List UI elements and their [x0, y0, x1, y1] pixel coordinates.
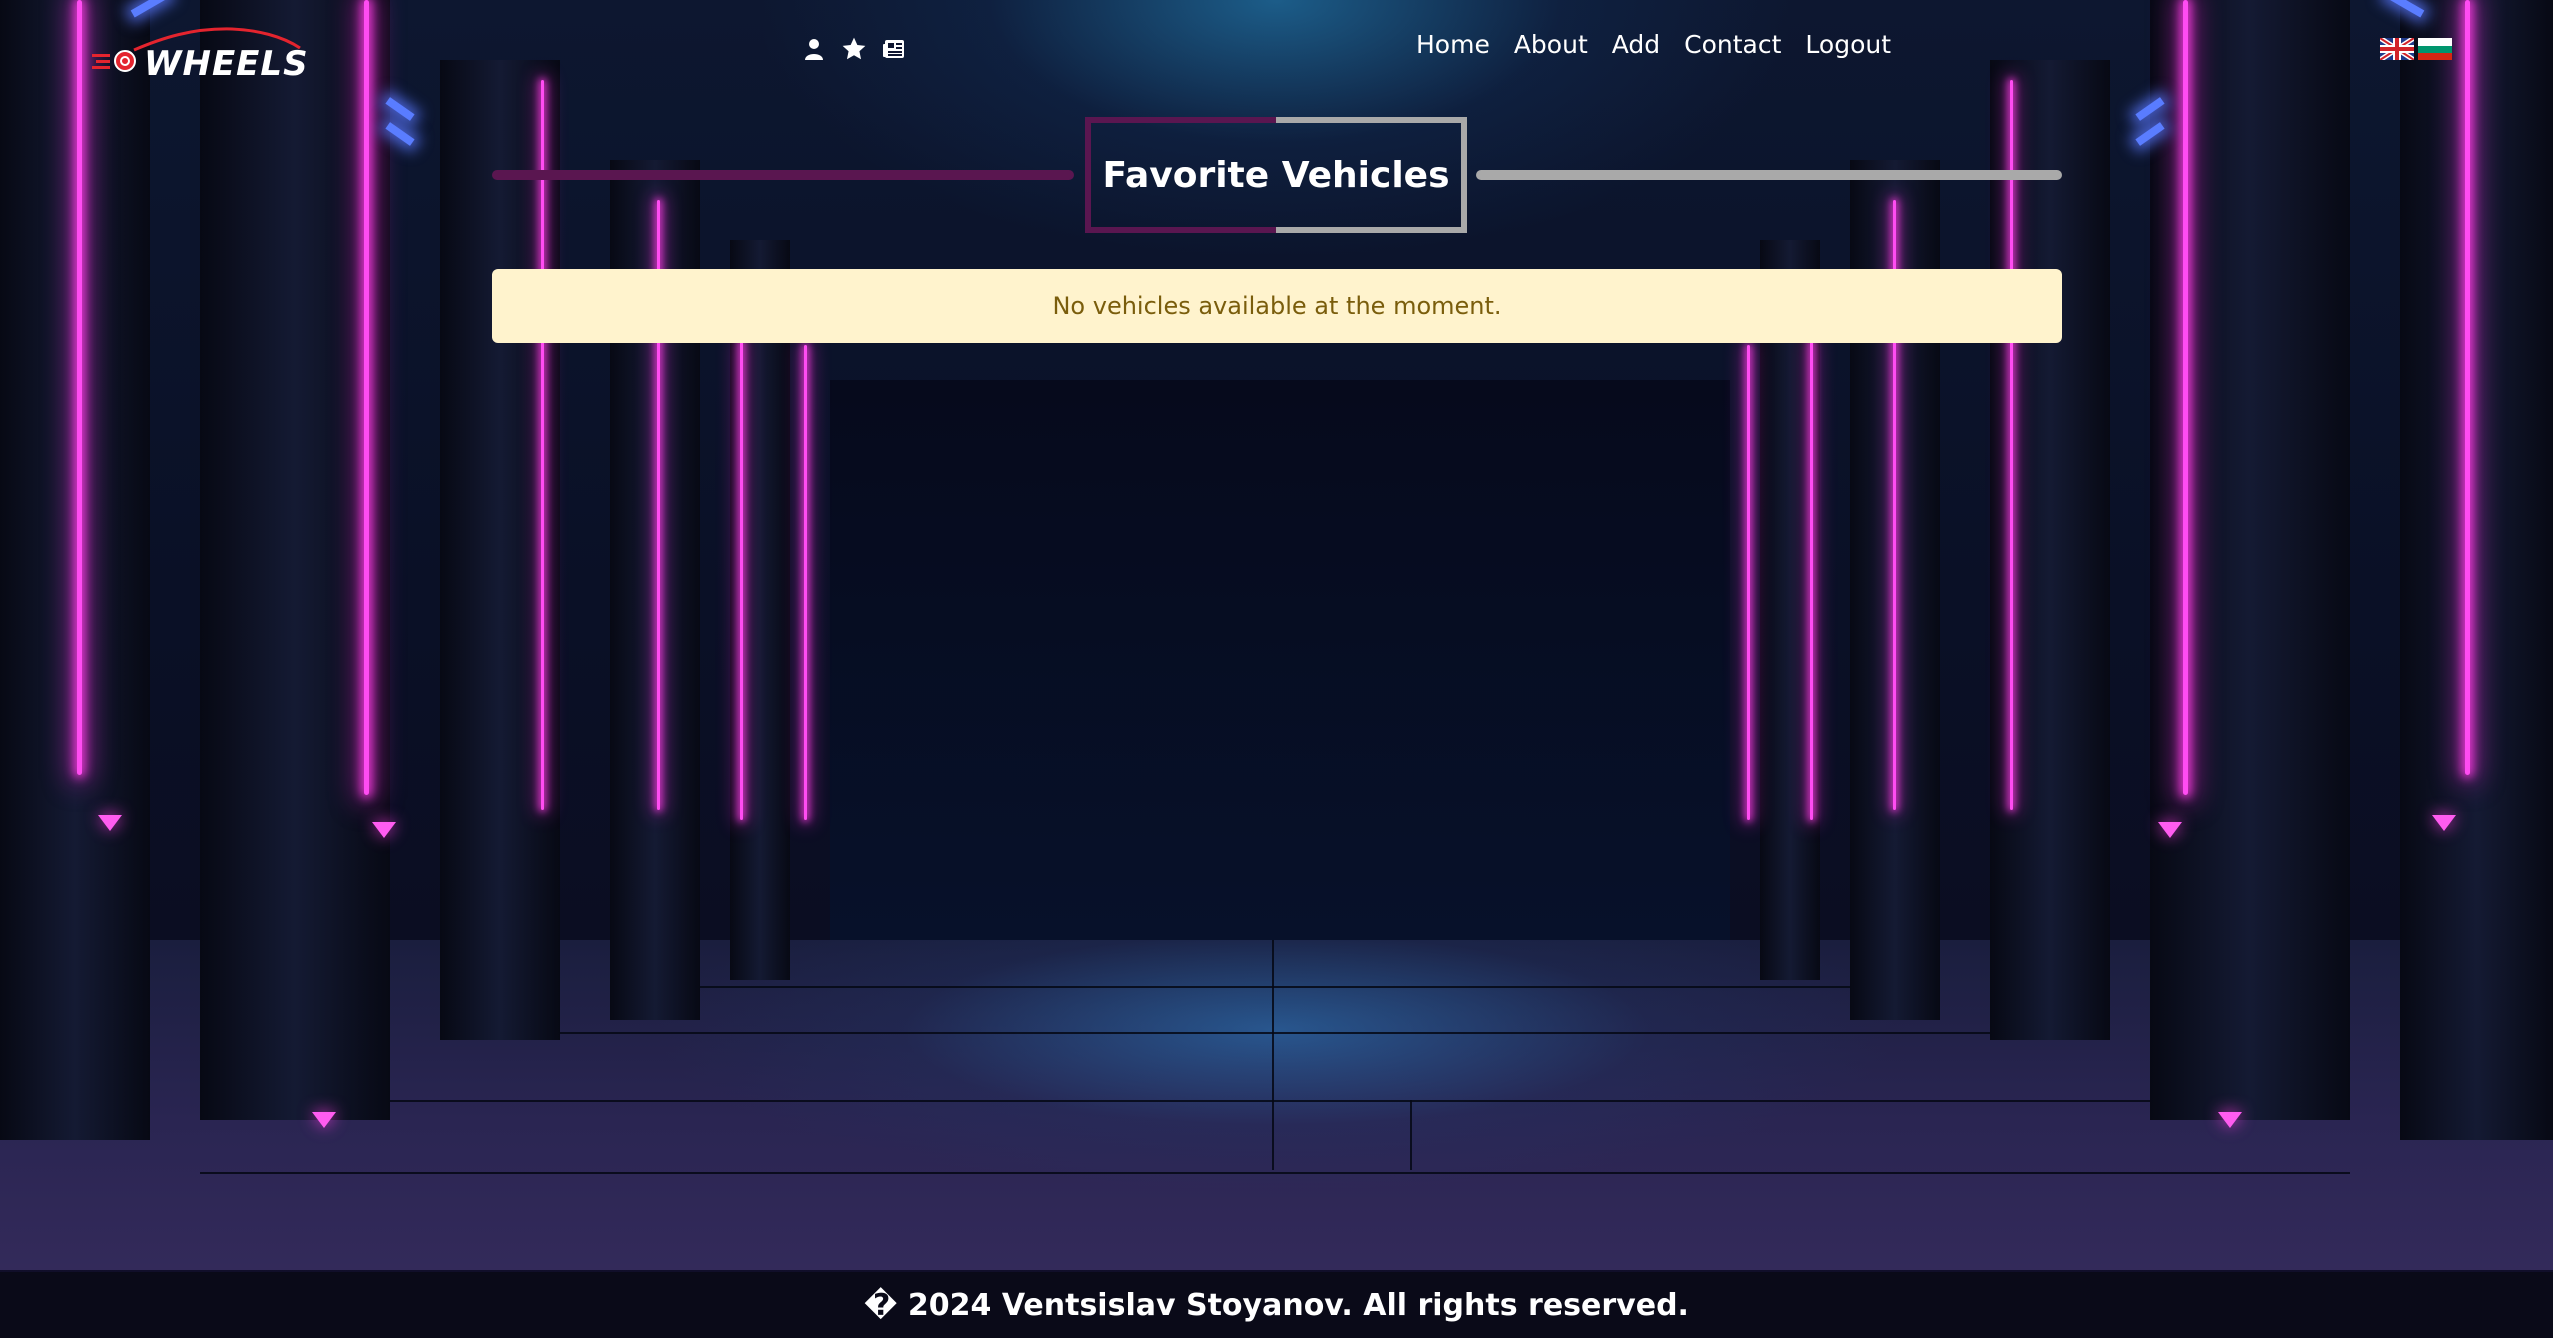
flag-bulgaria-icon[interactable] — [2418, 38, 2452, 60]
nav-logout[interactable]: Logout — [1805, 30, 1891, 59]
page-footer: � 2024 Ventsislav Stoyanov. All rights r… — [0, 1272, 2553, 1338]
site-logo[interactable]: WHEELS — [92, 22, 312, 84]
flag-uk-icon[interactable] — [2380, 38, 2414, 60]
title-divider-left — [492, 170, 1074, 180]
nav-add[interactable]: Add — [1612, 30, 1660, 59]
empty-state-alert: No vehicles available at the moment. — [492, 269, 2062, 343]
star-icon[interactable] — [840, 35, 868, 63]
user-icon[interactable] — [800, 35, 828, 63]
nav-about[interactable]: About — [1514, 30, 1588, 59]
page-title: Favorite Vehicles — [1102, 154, 1450, 196]
alert-message: No vehicles available at the moment. — [1052, 292, 1502, 320]
copyright-text: � 2024 Ventsislav Stoyanov. All rights r… — [864, 1287, 1689, 1323]
title-divider-right — [1476, 170, 2062, 180]
user-actions — [800, 34, 908, 64]
logo-text: WHEELS — [144, 44, 309, 84]
wheel-icon — [114, 50, 136, 72]
main-navigation: Home About Add Contact Logout — [1416, 30, 1891, 59]
language-switcher — [2380, 38, 2452, 60]
nav-contact[interactable]: Contact — [1684, 30, 1781, 59]
newspaper-icon[interactable] — [880, 35, 908, 63]
corridor-back-wall — [830, 380, 1730, 940]
speed-lines-icon — [92, 54, 110, 69]
title-box: Favorite Vehicles — [1085, 117, 1467, 233]
nav-home[interactable]: Home — [1416, 30, 1490, 59]
